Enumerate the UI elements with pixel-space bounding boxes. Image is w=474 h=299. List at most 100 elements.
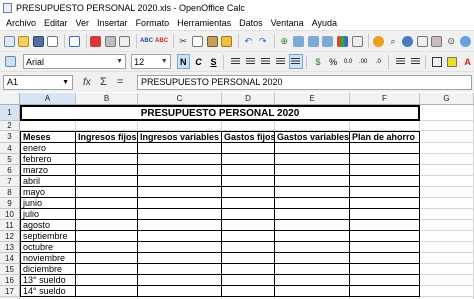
select-all-corner[interactable] bbox=[0, 93, 20, 105]
menu-datos[interactable]: Datos bbox=[235, 18, 267, 28]
cell-c11[interactable] bbox=[138, 220, 222, 231]
row-header-4[interactable]: 4 bbox=[0, 143, 20, 154]
month-cell[interactable]: 14° sueldo bbox=[20, 286, 76, 297]
cell-f13[interactable] bbox=[350, 242, 420, 253]
cell-f4[interactable] bbox=[350, 143, 420, 154]
column-header-d[interactable]: D bbox=[222, 93, 275, 105]
cell-g10[interactable] bbox=[420, 209, 474, 220]
align-left-button[interactable] bbox=[229, 54, 242, 69]
cell-c14[interactable] bbox=[138, 253, 222, 264]
align-right-button[interactable] bbox=[259, 54, 272, 69]
increase-indent-button[interactable] bbox=[409, 54, 422, 69]
cell-c5[interactable] bbox=[138, 154, 222, 165]
cell-c9[interactable] bbox=[138, 198, 222, 209]
cell-b11[interactable] bbox=[76, 220, 138, 231]
cell-d10[interactable] bbox=[222, 209, 275, 220]
cell-c13[interactable] bbox=[138, 242, 222, 253]
month-cell[interactable]: mayo bbox=[20, 187, 76, 198]
cell-e5[interactable] bbox=[275, 154, 350, 165]
paste-icon[interactable] bbox=[206, 34, 219, 49]
cell-d17[interactable] bbox=[222, 286, 275, 297]
cell-b16[interactable] bbox=[76, 275, 138, 286]
column-header-e[interactable]: E bbox=[275, 93, 350, 105]
row-header-5[interactable]: 5 bbox=[0, 154, 20, 165]
menu-ver[interactable]: Ver bbox=[72, 18, 94, 28]
cell-d6[interactable] bbox=[222, 165, 275, 176]
sheet-title-cell[interactable]: PRESUPUESTO PERSONAL 2020 bbox=[20, 105, 420, 121]
cell-c4[interactable] bbox=[138, 143, 222, 154]
background-color-button[interactable] bbox=[446, 54, 459, 69]
cell-f12[interactable] bbox=[350, 231, 420, 242]
month-cell[interactable]: febrero bbox=[20, 154, 76, 165]
row-header-2[interactable]: 2 bbox=[0, 121, 20, 131]
cell-c15[interactable] bbox=[138, 264, 222, 275]
cell-f11[interactable] bbox=[350, 220, 420, 231]
month-cell[interactable]: junio bbox=[20, 198, 76, 209]
cell-f7[interactable] bbox=[350, 176, 420, 187]
cell-d16[interactable] bbox=[222, 275, 275, 286]
datasources-icon[interactable] bbox=[430, 34, 443, 49]
cell-b5[interactable] bbox=[76, 154, 138, 165]
row-header-14[interactable]: 14 bbox=[0, 253, 20, 264]
cell-b9[interactable] bbox=[76, 198, 138, 209]
row-header-10[interactable]: 10 bbox=[0, 209, 20, 220]
row-header-7[interactable]: 7 bbox=[0, 176, 20, 187]
cell-b14[interactable] bbox=[76, 253, 138, 264]
export-pdf-button[interactable] bbox=[90, 34, 103, 49]
align-center-button[interactable] bbox=[244, 54, 257, 69]
cell-g11[interactable] bbox=[420, 220, 474, 231]
month-cell[interactable]: abril bbox=[20, 176, 76, 187]
menu-ayuda[interactable]: Ayuda bbox=[308, 18, 341, 28]
row-header-12[interactable]: 12 bbox=[0, 231, 20, 242]
cell-f14[interactable] bbox=[350, 253, 420, 264]
month-cell[interactable]: julio bbox=[20, 209, 76, 220]
print-preview-button[interactable] bbox=[119, 34, 132, 49]
spellcheck-icon[interactable]: ABC bbox=[140, 34, 153, 49]
cell-d12[interactable] bbox=[222, 231, 275, 242]
cell-b2[interactable] bbox=[76, 121, 138, 131]
cell-f16[interactable] bbox=[350, 275, 420, 286]
cell-d4[interactable] bbox=[222, 143, 275, 154]
cell-b12[interactable] bbox=[76, 231, 138, 242]
cell-e7[interactable] bbox=[275, 176, 350, 187]
cell-f2[interactable] bbox=[350, 121, 420, 131]
cell-f6[interactable] bbox=[350, 165, 420, 176]
cell-g13[interactable] bbox=[420, 242, 474, 253]
merge-cells-button[interactable] bbox=[289, 54, 303, 69]
cell-b8[interactable] bbox=[76, 187, 138, 198]
cell-d14[interactable] bbox=[222, 253, 275, 264]
cell-f10[interactable] bbox=[350, 209, 420, 220]
row-header-1[interactable]: 1 bbox=[0, 105, 20, 121]
cell-e4[interactable] bbox=[275, 143, 350, 154]
cell-e17[interactable] bbox=[275, 286, 350, 297]
row-header-8[interactable]: 8 bbox=[0, 187, 20, 198]
cell-e11[interactable] bbox=[275, 220, 350, 231]
cell-b17[interactable] bbox=[76, 286, 138, 297]
spreadsheet-grid[interactable]: A B C D E F G 1 2 3 4 5 6 7 8 9 10 11 12… bbox=[0, 93, 474, 299]
cell-b10[interactable] bbox=[76, 209, 138, 220]
cell-e12[interactable] bbox=[275, 231, 350, 242]
chart-icon[interactable] bbox=[336, 34, 349, 49]
cell-c6[interactable] bbox=[138, 165, 222, 176]
month-cell[interactable]: agosto bbox=[20, 220, 76, 231]
edit-file-button[interactable] bbox=[68, 34, 81, 49]
column-header-g[interactable]: G bbox=[420, 93, 474, 105]
cell-g9[interactable] bbox=[420, 198, 474, 209]
menu-archivo[interactable]: Archivo bbox=[2, 18, 40, 28]
month-cell[interactable]: 13° sueldo bbox=[20, 275, 76, 286]
function-icon[interactable]: = bbox=[117, 76, 131, 88]
menu-formato[interactable]: Formato bbox=[132, 18, 174, 28]
font-color-button[interactable]: A bbox=[461, 54, 474, 69]
cell-d15[interactable] bbox=[222, 264, 275, 275]
pivot-icon[interactable] bbox=[351, 34, 364, 49]
cell-g3[interactable] bbox=[420, 131, 474, 143]
row-header-17[interactable]: 17 bbox=[0, 286, 20, 297]
currency-format-button[interactable]: $ bbox=[311, 54, 324, 69]
month-cell[interactable]: septiembre bbox=[20, 231, 76, 242]
table-header-meses[interactable]: Meses bbox=[20, 131, 76, 143]
cell-b15[interactable] bbox=[76, 264, 138, 275]
save-button[interactable] bbox=[32, 34, 45, 49]
cell-e6[interactable] bbox=[275, 165, 350, 176]
email-button[interactable] bbox=[47, 34, 60, 49]
formula-input[interactable]: PRESUPUESTO PERSONAL 2020 bbox=[137, 74, 472, 90]
